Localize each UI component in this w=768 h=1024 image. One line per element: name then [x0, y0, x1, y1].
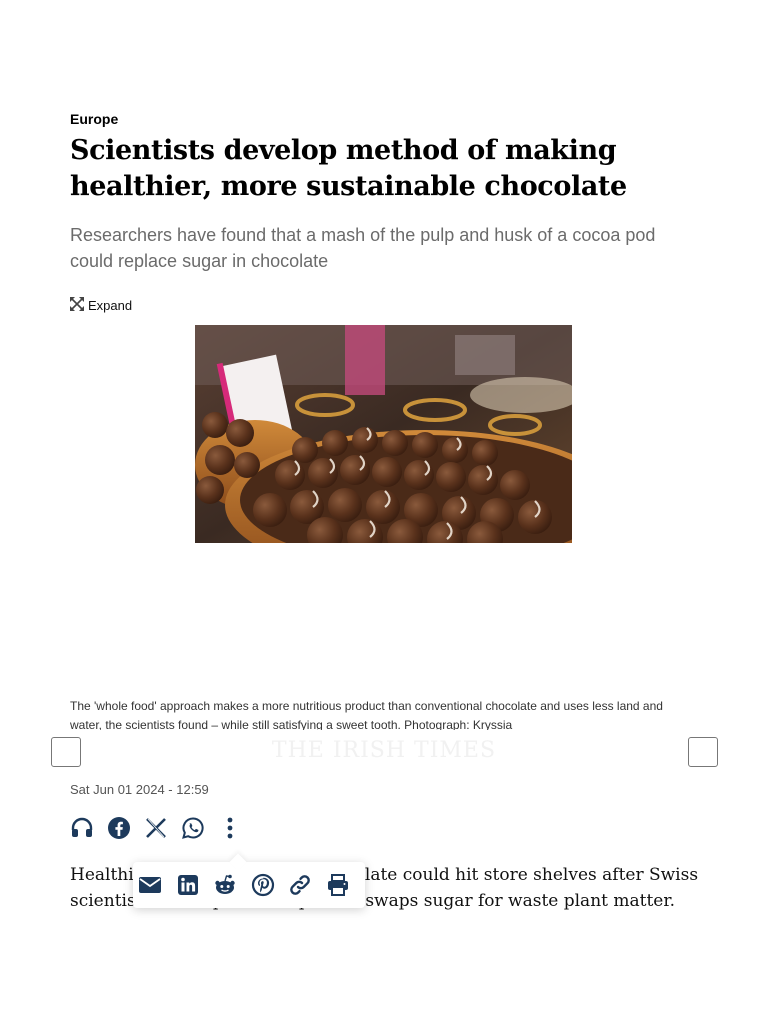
whatsapp-icon[interactable]: [181, 816, 205, 840]
reddit-icon[interactable]: [213, 873, 237, 897]
brand-logo: THE IRISH TIMES: [271, 738, 497, 763]
headphones-icon[interactable]: [70, 816, 94, 840]
section-label[interactable]: Europe: [70, 111, 118, 127]
x-icon[interactable]: [144, 816, 168, 840]
prev-checkbox-button[interactable]: [51, 737, 81, 767]
article-timestamp: Sat Jun 01 2024 - 12:59: [70, 782, 209, 797]
link-icon[interactable]: [288, 873, 312, 897]
article-photo[interactable]: [195, 325, 572, 543]
more-vertical-icon[interactable]: [218, 816, 242, 840]
expand-icon: [70, 297, 88, 314]
pinterest-icon[interactable]: [251, 873, 275, 897]
article-subheadline: Researchers have found that a mash of th…: [70, 225, 656, 271]
expand-label: Expand: [88, 298, 133, 313]
brand-banner: THE IRISH TIMES: [0, 730, 768, 772]
article-headline: Scientists develop method of making heal…: [70, 135, 627, 202]
share-popover: [133, 862, 365, 908]
print-icon[interactable]: [326, 873, 350, 897]
facebook-icon[interactable]: [107, 816, 131, 840]
next-checkbox-button[interactable]: [688, 737, 718, 767]
share-toolbar: [70, 816, 255, 840]
photo-caption: The 'whole food' approach makes a more n…: [70, 699, 663, 731]
linkedin-icon[interactable]: [176, 873, 200, 897]
email-icon[interactable]: [138, 873, 162, 897]
expand-button[interactable]: Expand: [70, 297, 132, 314]
